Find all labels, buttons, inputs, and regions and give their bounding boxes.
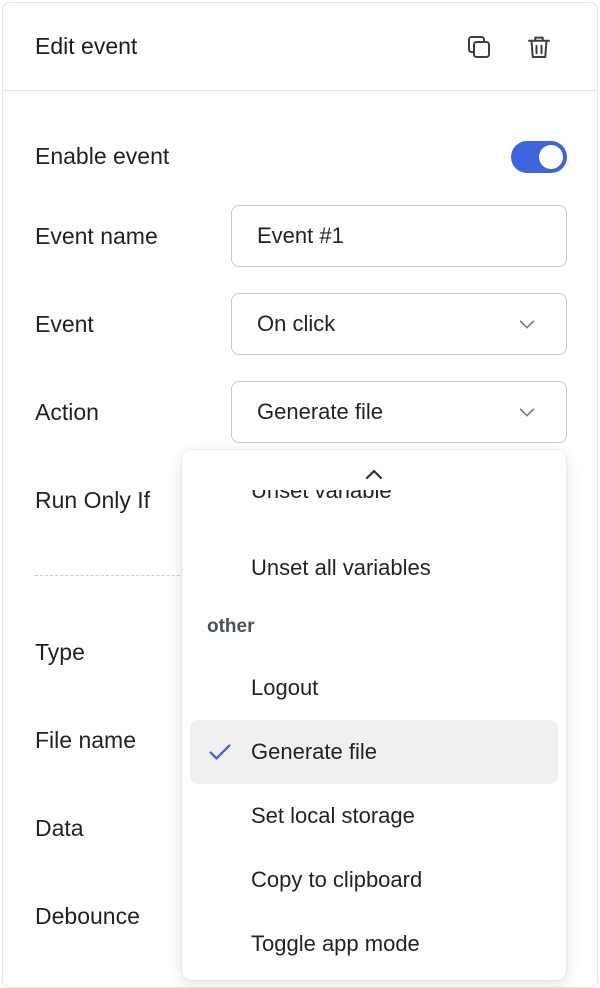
- chevron-down-icon: [519, 408, 535, 417]
- action-select[interactable]: Generate file: [231, 381, 567, 443]
- action-select-value: Generate file: [257, 399, 383, 424]
- enable-event-label: Enable event: [35, 143, 170, 169]
- menu-item-toggle-app-mode[interactable]: Toggle app mode: [190, 912, 558, 976]
- menu-item-unset-all-variables[interactable]: Unset all variables: [190, 536, 558, 600]
- action-dropdown-menu: Unset variable Unset all variables other…: [182, 450, 566, 980]
- chevron-up-icon[interactable]: [362, 466, 386, 482]
- action-label: Action: [35, 399, 99, 425]
- event-label: Event: [35, 311, 94, 337]
- menu-item-generate-file[interactable]: Generate file: [190, 720, 558, 784]
- event-name-label: Event name: [35, 223, 158, 249]
- event-name-value: Event #1: [257, 223, 344, 248]
- data-label: Data: [35, 815, 84, 841]
- trash-icon: [528, 36, 550, 58]
- page-title: Edit event: [35, 33, 138, 59]
- event-select-value: On click: [257, 311, 336, 336]
- event-select[interactable]: On click: [231, 293, 567, 355]
- type-label: Type: [35, 639, 85, 665]
- file-name-label: File name: [35, 727, 136, 753]
- menu-group-label: other: [207, 616, 255, 637]
- section-divider: [35, 575, 195, 576]
- event-name-input[interactable]: Event #1: [231, 205, 567, 267]
- delete-button[interactable]: [521, 29, 557, 65]
- checkmark-icon: [209, 744, 231, 760]
- enable-event-toggle[interactable]: [511, 141, 567, 173]
- copy-icon: [468, 36, 490, 58]
- menu-item-set-local-storage[interactable]: Set local storage: [190, 784, 558, 848]
- panel-header: Edit event: [3, 3, 597, 91]
- run-only-if-label: Run Only If: [35, 487, 151, 513]
- debounce-label: Debounce: [35, 903, 140, 929]
- chevron-down-icon: [519, 320, 535, 329]
- menu-item-unset-variable[interactable]: Unset variable: [190, 490, 558, 518]
- menu-item-logout[interactable]: Logout: [190, 656, 558, 720]
- duplicate-button[interactable]: [461, 29, 497, 65]
- toggle-knob: [539, 145, 563, 169]
- menu-item-copy-to-clipboard[interactable]: Copy to clipboard: [190, 848, 558, 912]
